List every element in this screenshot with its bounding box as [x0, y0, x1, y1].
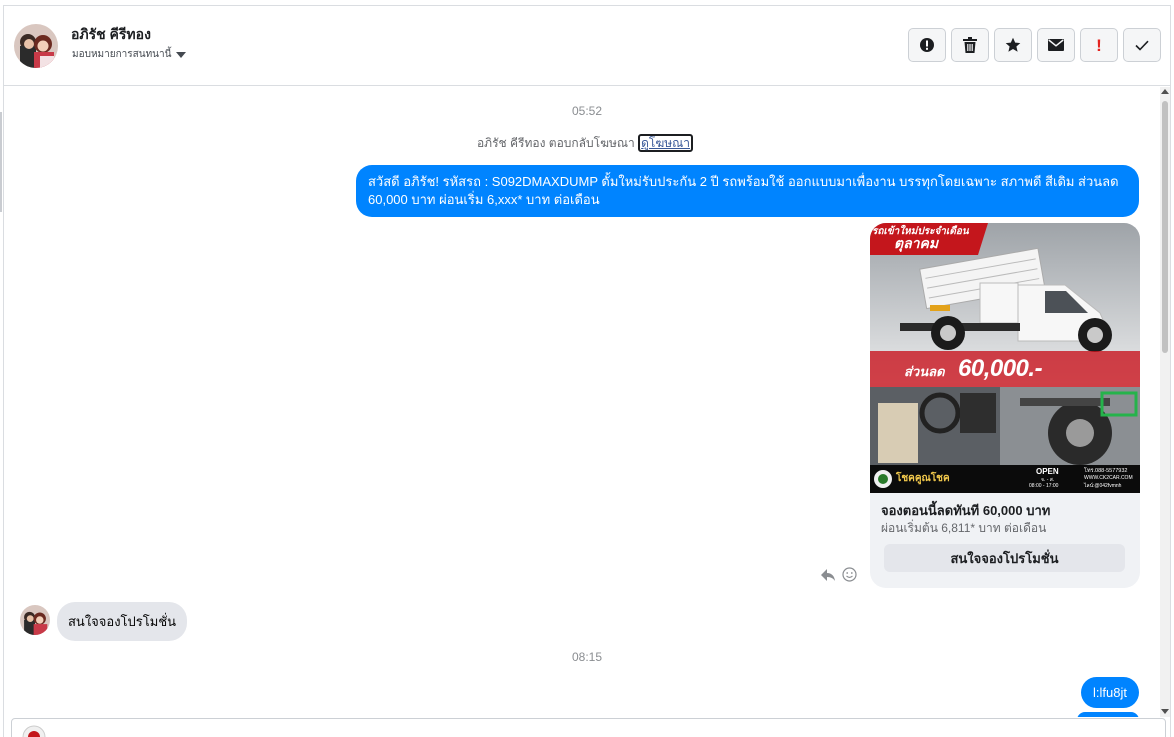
star-button[interactable] [994, 28, 1032, 62]
caret-down-icon [176, 52, 187, 58]
check-icon [1135, 40, 1149, 51]
card-title: จองตอนนี้ลดทันที 60,000 บาท [881, 503, 1051, 518]
open-label: OPEN [1036, 467, 1059, 476]
outgoing-message-partial [1077, 712, 1139, 717]
outgoing-message: สวัสดี อภิรัช! รหัสรถ : S092DMAXDUMP ดั้… [356, 165, 1139, 217]
line-id: ไลน์:@042fvmnh [1084, 483, 1122, 489]
spam-button[interactable]: ! [1080, 28, 1118, 62]
discount-value: 60,000.- [958, 355, 1043, 382]
mark-done-button[interactable] [1123, 28, 1161, 62]
ad-card-image: รถเข้าใหม่ประจำเดือน ตุลาคม ส่วนลด 60,00… [870, 223, 1140, 493]
assign-conversation-dropdown[interactable]: มอบหมายการสนทนานี้ [72, 47, 187, 62]
exclamation-icon: ! [1096, 35, 1102, 55]
alert-circle-icon [919, 37, 935, 53]
assign-label: มอบหมายการสนทนานี้ [72, 49, 172, 60]
action-toolbar: ! [908, 28, 1161, 62]
alert-button[interactable] [908, 28, 946, 62]
envelope-icon [1048, 39, 1064, 51]
book-promotion-button[interactable]: สนใจจองโปรโมชั่น [884, 544, 1125, 572]
star-icon [1005, 37, 1021, 53]
outgoing-message: l:lfu8jt [1081, 677, 1139, 708]
incoming-message: สนใจจองโปรโมชั่น [57, 602, 188, 641]
thread-scrollbar[interactable] [1160, 87, 1170, 717]
left-accent-bar [0, 112, 2, 212]
scroll-up-arrow[interactable] [1161, 89, 1169, 94]
timestamp: 08:15 [571, 650, 603, 664]
message-composer[interactable] [11, 718, 1166, 737]
message-thread[interactable]: 05:52 อภิรัช คีรีทอง ตอบกลับโฆษณา ดูโฆษณ… [4, 87, 1170, 717]
ad-reply-notice: อภิรัช คีรีทอง ตอบกลับโฆษณา ดูโฆษณา [4, 134, 1168, 153]
contact-avatar[interactable] [14, 24, 58, 68]
contact-avatar-small [20, 605, 50, 635]
scroll-thumb[interactable] [1162, 101, 1168, 353]
timestamp: 05:52 [571, 104, 603, 118]
ad-card[interactable]: รถเข้าใหม่ประจำเดือน ตุลาคม ส่วนลด 60,00… [870, 223, 1140, 588]
trash-icon [963, 37, 977, 53]
view-ad-link[interactable]: ดูโฆษณา [638, 134, 694, 152]
scroll-down-arrow[interactable] [1161, 709, 1169, 714]
card-subtitle: ผ่อนเริ่มต้น 6,811* บาท ต่อเดือน [881, 521, 1047, 535]
ad-reply-text: อภิรัช คีรีทอง ตอบกลับโฆษณา [476, 136, 635, 150]
message-tools [820, 567, 857, 587]
conversation-panel: อภิรัช คีรีทอง มอบหมายการสนทนานี้ ! 05:5… [3, 5, 1171, 737]
conversation-header: อภิรัช คีรีทอง มอบหมายการสนทนานี้ ! [4, 6, 1170, 86]
mark-unread-button[interactable] [1037, 28, 1075, 62]
discount-label: ส่วนลด [904, 364, 945, 379]
emoji-icon[interactable] [842, 567, 857, 587]
reply-icon[interactable] [820, 568, 836, 587]
delete-button[interactable] [951, 28, 989, 62]
contact-name: อภิรัช คีรีทอง [71, 26, 151, 42]
open-hours: 08:00 - 17:00 [1029, 483, 1059, 489]
brand-name: โชคคูณโชค [896, 473, 950, 484]
banner-line-2: ตุลาคม [894, 235, 939, 251]
contact-phone: โทร.088-5577932 [1084, 468, 1128, 474]
website: WWW.CK2CAR.COM [1084, 475, 1133, 481]
page-avatar [22, 725, 46, 737]
